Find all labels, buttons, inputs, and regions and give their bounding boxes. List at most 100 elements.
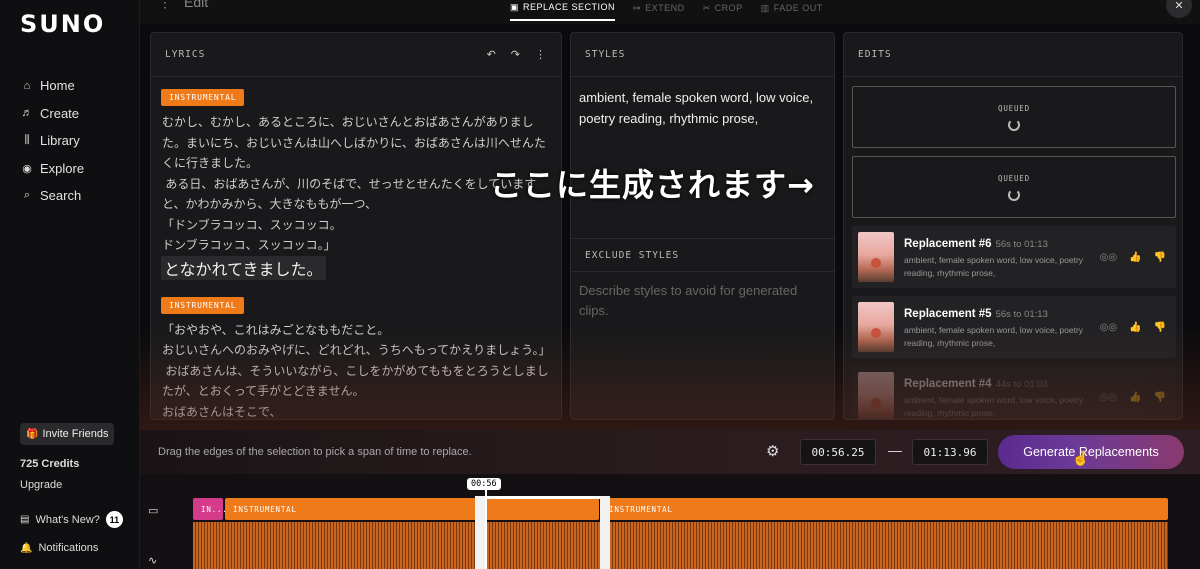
sidebar-item-create[interactable]: ♬ Create — [20, 100, 135, 128]
thumbs-down-icon[interactable]: 👎 — [1154, 392, 1166, 403]
suno-edit-app: SUNO ⌂ Home ♬ Create ⫼ Library ◉ Explore ⌕ Se… — [0, 0, 1200, 569]
notifications-label: Notifications — [38, 542, 99, 554]
exclude-styles-input[interactable]: Describe styles to avoid for generated c… — [579, 281, 822, 321]
replacement-actions: ◎◎ 👍 👎 — [1100, 322, 1166, 333]
thumbs-down-icon[interactable]: 👎 — [1154, 322, 1166, 333]
gear-icon[interactable]: ⚙ — [766, 442, 779, 460]
loading-spinner-icon — [1008, 188, 1020, 201]
compare-icon[interactable]: ◎◎ — [1100, 322, 1117, 333]
end-time-field[interactable]: 01:13.96 — [912, 439, 988, 465]
replace-controls: Drag the edges of the selection to pick … — [140, 430, 1200, 474]
tab-label: FADE OUT — [773, 3, 823, 13]
gift-icon: 🎁 — [26, 428, 39, 440]
lyrics-text: 「おやおや、これはみごとなももだこと。 おじいさんへのおみやげに、どれどれ、うち… — [162, 322, 551, 419]
more-options-icon[interactable]: ⋮ — [535, 48, 547, 61]
segment-intro[interactable]: IN... — [193, 498, 227, 520]
hand-cursor-icon: ☝ — [1072, 450, 1090, 466]
more-options-icon[interactable]: ⋮ — [158, 0, 172, 10]
invite-friends-button[interactable]: 🎁 Invite Friends — [20, 423, 115, 445]
compare-icon[interactable]: ◎◎ — [1100, 252, 1117, 263]
thumbs-up-icon[interactable]: 👍 — [1129, 392, 1141, 403]
selection-handle-right[interactable] — [600, 496, 610, 569]
replacement-time: 56s to 01:13 — [995, 239, 1048, 250]
replacement-title: Replacement #5 — [904, 308, 992, 320]
edits-panel: EDITS QUEUED QUEUED Replacement #6 56s to… — [843, 32, 1183, 420]
replace-icon: ▣ — [510, 1, 520, 12]
edit-tabs: ▣ REPLACE SECTION ↦ EXTEND ✂ CROP ▥ FADE OUT — [510, 0, 823, 21]
styles-input[interactable]: ambient, female spoken word, low voice, … — [571, 77, 834, 139]
sidebar-item-explore[interactable]: ◉ Explore — [20, 155, 135, 183]
time-separator: — — [888, 442, 902, 458]
instrumental-tag: INSTRUMENTAL — [161, 89, 245, 106]
thumbs-up-icon[interactable]: 👍 — [1129, 252, 1141, 263]
cover-thumbnail[interactable] — [858, 372, 894, 419]
generate-replacements-button[interactable]: Generate Replacements — [998, 435, 1184, 469]
instrumental-tag: INSTRUMENTAL — [161, 296, 245, 314]
sidebar: SUNO ⌂ Home ♬ Create ⫼ Library ◉ Explore ⌕ Se… — [0, 0, 140, 569]
lyrics-title: LYRICS — [165, 49, 206, 60]
replacement-desc: ambient, female spoken word, low voice, … — [904, 395, 1084, 418]
lyrics-editor[interactable]: INSTRUMENTAL むかし、むかし、あるところに、おじいさんとおばあさんが… — [151, 77, 561, 419]
timeline[interactable]: ▭ ∿ IN... INSTRUMENTAL INSTRUMENTAL 00:5… — [140, 474, 1200, 569]
edits-header: EDITS — [844, 33, 1182, 77]
redo-icon[interactable]: ↷ — [511, 48, 521, 61]
upgrade-link[interactable]: Upgrade — [20, 479, 62, 491]
cover-thumbnail[interactable] — [858, 232, 894, 282]
tab-replace-section[interactable]: ▣ REPLACE SECTION — [510, 0, 616, 21]
replacement-title: Replacement #6 — [904, 238, 992, 250]
news-icon: ▤ — [20, 514, 30, 525]
replacement-item[interactable]: Replacement #5 56s to 01:13 ambient, fema… — [852, 296, 1176, 358]
tab-fade-out[interactable]: ▥ FADE OUT — [761, 0, 823, 21]
sidebar-item-label: Library — [40, 133, 80, 149]
sidebar-item-label: Search — [40, 188, 82, 204]
bell-icon: 🔔 — [20, 542, 33, 554]
exclude-styles-header: EXCLUDE STYLES — [571, 238, 834, 272]
home-icon: ⌂ — [23, 79, 31, 92]
suno-logo[interactable]: SUNO — [20, 10, 105, 38]
replacement-item[interactable]: Replacement #6 56s to 01:13 ambient, fema… — [852, 226, 1176, 288]
edit-title: ⋮ Edit — [158, 0, 208, 11]
replace-selection[interactable] — [475, 496, 610, 569]
tab-label: EXTEND — [645, 3, 685, 13]
queued-item: QUEUED — [852, 86, 1176, 148]
replacement-info: Replacement #4 44s to 01:03 ambient, fema… — [904, 374, 1100, 419]
overlay-annotation: ここに生成されます→ — [490, 166, 815, 204]
styles-header: STYLES — [571, 33, 834, 77]
library-icon: ⫼ — [24, 134, 30, 147]
start-time-field[interactable]: 00:56.25 — [800, 439, 876, 465]
music-note-icon: ♬ — [21, 107, 33, 120]
queued-label: QUEUED — [998, 173, 1030, 183]
tab-extend[interactable]: ↦ EXTEND — [633, 0, 685, 21]
segment-instrumental[interactable]: INSTRUMENTAL — [601, 498, 1168, 520]
replacement-title: Replacement #4 — [904, 378, 992, 390]
thumbs-up-icon[interactable]: 👍 — [1129, 322, 1141, 333]
compare-icon[interactable]: ◎◎ — [1100, 392, 1117, 403]
replacement-info: Replacement #6 56s to 01:13 ambient, fema… — [904, 234, 1100, 280]
edit-title-label: Edit — [184, 0, 209, 10]
tab-crop[interactable]: ✂ CROP — [703, 0, 743, 21]
whats-new-link[interactable]: ▤ What's New? 11 — [20, 511, 123, 528]
fade-icon: ▥ — [760, 2, 770, 13]
replacement-time: 56s to 01:13 — [995, 309, 1048, 320]
replacement-info: Replacement #5 56s to 01:13 ambient, fema… — [904, 304, 1100, 350]
styles-panel: STYLES ambient, female spoken word, low … — [570, 32, 835, 420]
queued-label: QUEUED — [998, 103, 1030, 113]
replacement-desc: ambient, female spoken word, low voice, … — [904, 325, 1084, 348]
replacement-actions: ◎◎ 👍 👎 — [1100, 392, 1166, 403]
waveform-icon: ∿ — [148, 555, 158, 567]
replacement-item[interactable]: Replacement #4 44s to 01:03 ambient, fema… — [852, 366, 1176, 419]
sidebar-item-home[interactable]: ⌂ Home — [20, 72, 135, 100]
lyrics-panel: LYRICS ↶ ↷ ⋮ INSTRUMENTAL むかし、むかし、あるところに… — [150, 32, 562, 420]
undo-icon[interactable]: ↶ — [487, 48, 497, 61]
selection-handle-left[interactable] — [475, 496, 485, 569]
sidebar-item-search[interactable]: ⌕ Search — [20, 182, 135, 210]
close-button[interactable]: ✕ — [1166, 0, 1192, 18]
cover-thumbnail[interactable] — [858, 302, 894, 352]
tab-label: CROP — [714, 3, 743, 13]
sidebar-item-library[interactable]: ⫼ Library — [20, 127, 135, 155]
thumbs-down-icon[interactable]: 👎 — [1154, 252, 1166, 263]
notifications-link[interactable]: 🔔 Notifications — [20, 542, 98, 554]
lyrics-tools: ↶ ↷ ⋮ — [487, 48, 547, 61]
sidebar-nav: ⌂ Home ♬ Create ⫼ Library ◉ Explore ⌕ Search — [20, 72, 135, 210]
playhead[interactable] — [485, 486, 487, 569]
